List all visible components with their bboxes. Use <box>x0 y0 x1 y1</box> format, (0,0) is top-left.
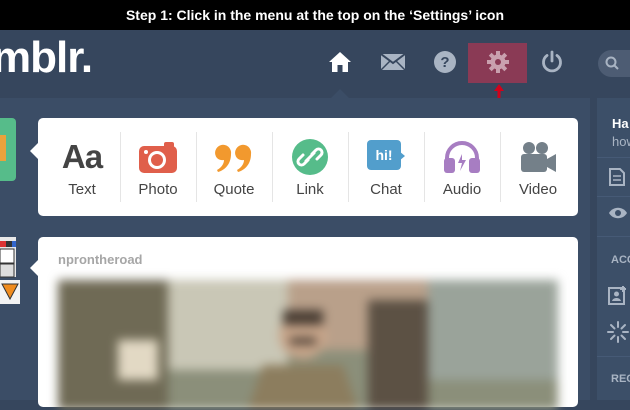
search-input[interactable] <box>598 50 630 77</box>
postbox-pointer <box>30 143 38 159</box>
mail-icon[interactable] <box>378 48 408 76</box>
post-type-text[interactable]: Aa Text <box>50 118 114 216</box>
post-type-label: Link <box>296 181 324 198</box>
posts-icon[interactable] <box>609 168 625 186</box>
sidebar-section-heading: ACC <box>611 254 630 266</box>
power-icon[interactable] <box>537 48 567 76</box>
post-type-label: Quote <box>213 181 255 198</box>
post-type-label: Chat <box>370 181 402 198</box>
post-type-chat[interactable]: hi! Chat <box>354 118 418 216</box>
add-contact-icon[interactable] <box>608 285 628 305</box>
video-camera-icon <box>518 139 558 175</box>
headphones-icon <box>442 139 482 175</box>
sidebar-blog-name[interactable]: Ha <box>612 116 629 131</box>
divider <box>196 132 197 202</box>
text-icon: Aa <box>61 138 103 175</box>
post-type-quote[interactable]: Quote <box>202 118 266 216</box>
divider <box>348 132 349 202</box>
post-pointer <box>30 260 38 276</box>
post-type-label: Photo <box>138 181 178 198</box>
home-icon[interactable] <box>325 48 355 76</box>
eye-icon[interactable] <box>608 206 628 220</box>
post-photo[interactable] <box>58 280 558 410</box>
link-icon <box>291 139 329 175</box>
divider <box>597 356 630 357</box>
sidebar-section-heading: REC <box>611 373 630 385</box>
divider <box>272 132 273 202</box>
user-avatar[interactable] <box>0 118 16 181</box>
quote-icon <box>213 139 255 175</box>
settings-icon[interactable] <box>483 48 513 76</box>
search-icon <box>605 56 619 70</box>
sidebar-blog-subtitle: how <box>612 134 630 149</box>
divider <box>597 157 630 158</box>
post-type-video[interactable]: Video <box>506 118 570 216</box>
divider <box>500 132 501 202</box>
post-type-link[interactable]: Link <box>278 118 342 216</box>
post-type-label: Text <box>68 181 96 198</box>
divider <box>120 132 121 202</box>
chat-icon: hi! <box>367 139 405 175</box>
post-type-photo[interactable]: Photo <box>126 118 190 216</box>
post-username[interactable]: nprontheroad <box>58 252 143 267</box>
tumblr-logo[interactable]: mblr. <box>0 36 93 80</box>
post-type-label: Audio <box>442 181 482 198</box>
instruction-text: Step 1: Click in the menu at the top on … <box>125 7 505 23</box>
post-type-selector: Aa Text Photo Quote Link hi! Chat Audio … <box>38 118 578 216</box>
top-nav-bar <box>0 30 630 98</box>
camera-icon <box>138 139 178 175</box>
activity-icon[interactable] <box>607 321 629 343</box>
active-nav-indicator <box>331 89 349 98</box>
svg-text:?: ? <box>440 54 449 71</box>
divider <box>597 236 630 237</box>
help-icon[interactable]: ? <box>430 48 460 76</box>
divider <box>597 196 630 197</box>
post-type-label: Video <box>518 181 558 198</box>
divider <box>424 132 425 202</box>
instruction-banner: Step 1: Click in the menu at the top on … <box>0 0 630 30</box>
blog-avatar[interactable] <box>0 237 20 309</box>
post-type-audio[interactable]: Audio <box>430 118 494 216</box>
